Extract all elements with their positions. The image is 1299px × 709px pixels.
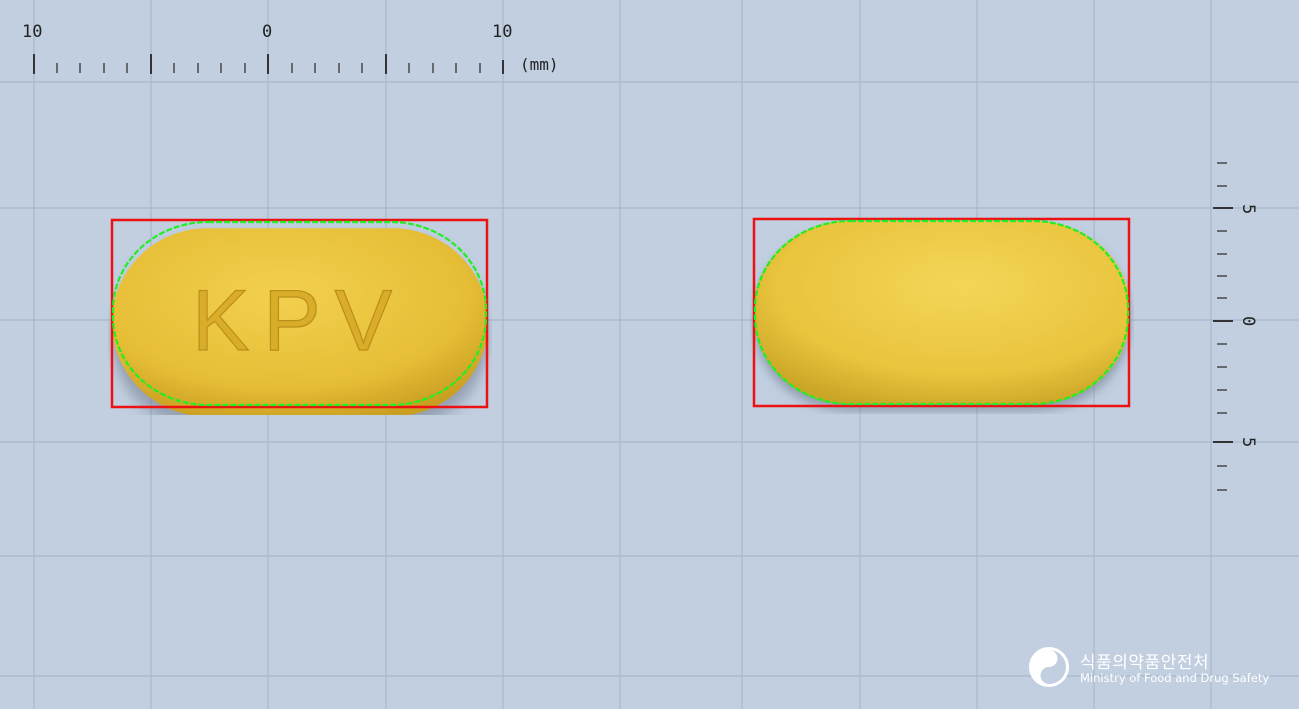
pill-front-image: KPV: [110, 218, 489, 415]
mfds-emblem-icon: [1029, 647, 1069, 687]
ruler-right-label-bottom: 5: [1238, 437, 1258, 447]
ruler-top-label-right: 10: [492, 22, 512, 42]
top-ruler: 10 0 10 (mm): [22, 22, 559, 74]
pill-imprint: KPV: [192, 273, 406, 369]
ruler-top-label-center: 0: [262, 22, 272, 42]
logo-english-text: Ministry of Food and Drug Safety: [1080, 671, 1270, 685]
ruler-unit: (mm): [520, 55, 559, 74]
ruler-right-label-center: 0: [1238, 316, 1258, 326]
logo-korean-text: 식품의약품안전처: [1080, 653, 1210, 673]
mfds-logo: 식품의약품안전처 Ministry of Food and Drug Safet…: [1028, 646, 1278, 690]
ruler-right-label-top: 5: [1238, 204, 1258, 214]
pill-back-image: [752, 217, 1131, 408]
right-ruler: 5 0 5: [1213, 162, 1258, 491]
ruler-top-label-left: 10: [22, 22, 42, 42]
